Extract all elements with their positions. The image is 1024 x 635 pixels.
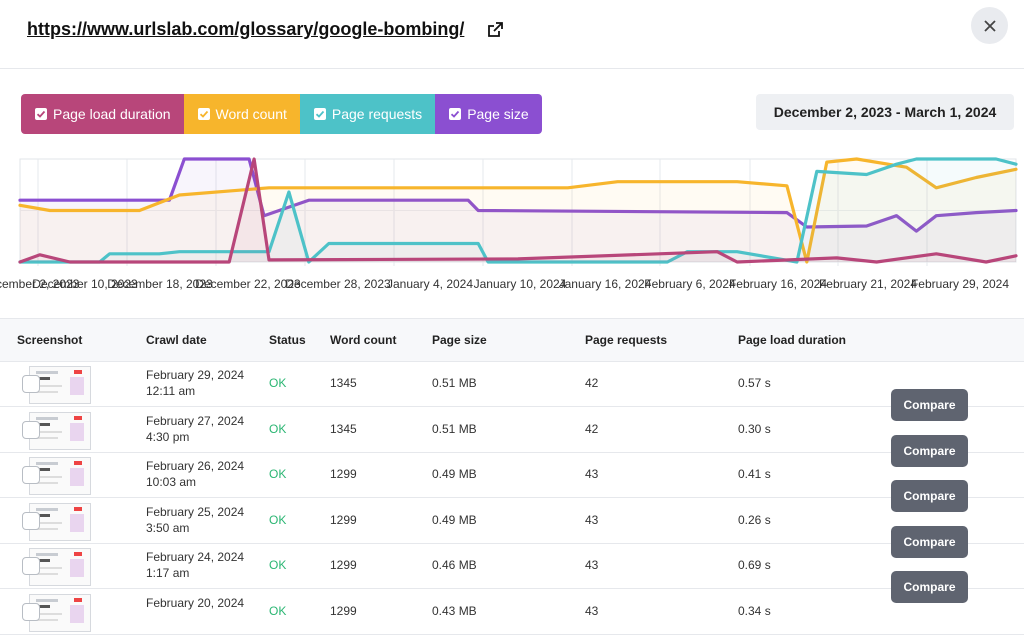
column-header-word-count: Word count (330, 333, 397, 347)
table-row: February 26, 2024 10:03 am OK 1299 0.49 MB 43… (0, 452, 1024, 498)
page-load-duration-value: 0.30 s (738, 422, 771, 436)
x-axis-tick-label: February 21, 2024 (819, 277, 917, 291)
status-text: OK (269, 467, 287, 481)
legend-toggle-page-load-duration[interactable]: Page load duration (21, 94, 184, 134)
legend-label: Page requests (331, 106, 423, 122)
crawl-time: 3:50 am (146, 521, 190, 535)
page-requests-value: 42 (585, 376, 599, 390)
legend-toggle-page-size[interactable]: Page size (435, 94, 542, 134)
page-url-link[interactable]: https://www.urlslab.com/glossary/google-… (27, 19, 464, 40)
status-text: OK (269, 558, 287, 572)
column-header-status: Status (269, 333, 306, 347)
compare-button[interactable]: Compare (891, 389, 968, 421)
column-header-crawl-date: Crawl date (146, 333, 207, 347)
page-load-duration-value: 0.57 s (738, 376, 771, 390)
legend-label: Page load duration (53, 106, 171, 122)
legend-label: Word count (215, 106, 287, 122)
word-count-value: 1345 (330, 376, 357, 390)
table-row: February 20, 2024 OK 1299 0.43 MB 43 0.34 s (0, 589, 1024, 635)
page-load-duration-value: 0.34 s (738, 604, 771, 618)
crawl-date: February 27, 2024 (146, 414, 245, 428)
page-size-value: 0.43 MB (432, 604, 477, 618)
word-count-value: 1299 (330, 467, 357, 481)
page-load-duration-value: 0.69 s (738, 558, 771, 572)
checkbox-icon (35, 108, 47, 120)
legend-toggle-word-count[interactable]: Word count (183, 94, 300, 134)
status-text: OK (269, 422, 287, 436)
date-range-picker[interactable]: December 2, 2023 - March 1, 2024 (756, 94, 1014, 130)
table-row: February 27, 2024 4:30 pm OK 1345 0.51 MB 42 0… (0, 407, 1024, 453)
row-select-checkbox[interactable] (22, 512, 40, 530)
x-axis-tick-label: January 16, 2024 (559, 277, 652, 291)
page-size-value: 0.49 MB (432, 467, 477, 481)
x-axis-tick-label: December 28, 2023 (285, 277, 391, 291)
word-count-value: 1299 (330, 558, 357, 572)
crawl-date: February 24, 2024 (146, 550, 245, 564)
crawl-time: 4:30 pm (146, 430, 190, 444)
table-row: February 25, 2024 3:50 am OK 1299 0.49 MB 43 0… (0, 498, 1024, 544)
checkbox-icon (197, 108, 210, 120)
page-requests-value: 42 (585, 422, 599, 436)
crawl-date: February 26, 2024 (146, 459, 245, 473)
compare-button[interactable]: Compare (891, 526, 968, 558)
column-header-page-size: Page size (432, 333, 487, 347)
crawl-date: February 20, 2024 (146, 596, 245, 610)
row-select-checkbox[interactable] (22, 603, 40, 621)
legend-toggle-page-requests[interactable]: Page requests (299, 94, 436, 134)
page-requests-value: 43 (585, 467, 599, 481)
crawl-date: February 29, 2024 (146, 368, 245, 382)
page-load-duration-value: 0.41 s (738, 467, 771, 481)
x-axis-tick-label: February 16, 2024 (729, 277, 827, 291)
page-requests-value: 43 (585, 604, 599, 618)
crawl-time: 12:11 am (146, 384, 196, 398)
page-load-duration-value: 0.26 s (738, 513, 771, 527)
crawl-time: 10:03 am (146, 475, 197, 489)
table-header: Screenshot Crawl date Status Word count … (0, 318, 1024, 362)
checkbox-icon (313, 108, 326, 120)
table-row: February 29, 2024 12:11 am OK 1345 0.51 MB 42… (0, 361, 1024, 407)
column-header-screenshot: Screenshot (17, 333, 83, 347)
x-axis-tick-label: January 10, 2024 (474, 277, 567, 291)
status-text: OK (269, 604, 287, 618)
checkbox-icon (449, 108, 462, 120)
dialog-header: https://www.urlslab.com/glossary/google-… (0, 0, 1024, 69)
close-icon (983, 19, 996, 32)
row-select-checkbox[interactable] (22, 557, 40, 575)
x-axis-tick-label: February 29, 2024 (911, 277, 1009, 291)
column-header-page-requests: Page requests (585, 333, 668, 347)
page-size-value: 0.46 MB (432, 558, 477, 572)
page-requests-value: 43 (585, 513, 599, 527)
column-header-page-load-duration: Page load duration (738, 333, 847, 347)
status-text: OK (269, 376, 287, 390)
crawl-time: 1:17 am (146, 566, 190, 580)
external-link-icon[interactable] (486, 21, 504, 39)
compare-button[interactable]: Compare (891, 571, 968, 603)
word-count-value: 1345 (330, 422, 357, 436)
close-button[interactable] (971, 7, 1008, 44)
crawl-date: February 25, 2024 (146, 505, 245, 519)
word-count-value: 1299 (330, 604, 357, 618)
chart-legend: Page load duration Word count Page request… (21, 94, 542, 134)
compare-button[interactable]: Compare (891, 480, 968, 512)
word-count-value: 1299 (330, 513, 357, 527)
compare-button[interactable]: Compare (891, 435, 968, 467)
page-size-value: 0.51 MB (432, 376, 477, 390)
page-size-value: 0.51 MB (432, 422, 477, 436)
row-select-checkbox[interactable] (22, 375, 40, 393)
table-row: February 24, 2024 1:17 am OK 1299 0.46 MB 43 0… (0, 543, 1024, 589)
page-size-value: 0.49 MB (432, 513, 477, 527)
row-select-checkbox[interactable] (22, 466, 40, 484)
x-axis-tick-label: February 6, 2024 (644, 277, 736, 291)
row-select-checkbox[interactable] (22, 421, 40, 439)
x-axis-tick-label: January 4, 2024 (387, 277, 473, 291)
status-text: OK (269, 513, 287, 527)
history-chart: December 2, 2023December 10, 2023Decembe… (0, 157, 1018, 291)
legend-label: Page size (467, 106, 529, 122)
page-requests-value: 43 (585, 558, 599, 572)
